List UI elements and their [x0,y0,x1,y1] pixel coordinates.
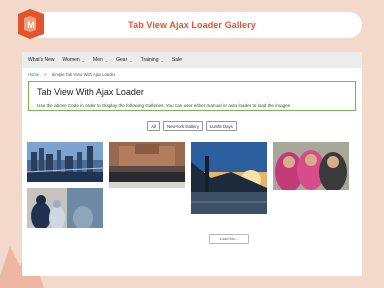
nav-item-gear[interactable]: Gear ⌄ [116,57,132,63]
chevron-down-icon: ⌄ [160,57,164,63]
breadcrumb-current: Simple Tab View With Ajax Loader [51,72,116,77]
brand-logo: M [18,9,44,39]
intro-box: Tab View With Ajax Loader Use the above … [28,81,356,111]
chevron-down-icon: ⌄ [81,57,86,63]
chevron-down-icon: ⌄ [104,57,109,63]
content-card: What's New Women ⌄ Men ⌄ Gear ⌄ Training… [22,52,362,276]
tab-all[interactable]: All [147,121,160,131]
page-title: Tab View Ajax Loader Gallery [128,20,256,30]
breadcrumb-home-link[interactable]: Home [28,72,39,77]
gallery-image-medical-staff[interactable] [27,188,103,228]
gallery-grid [27,142,357,242]
load-more-button[interactable]: Load Mo... [209,234,249,244]
top-navigation: What's New Women ⌄ Men ⌄ Gear ⌄ Training… [22,52,362,68]
nav-item-men[interactable]: Men ⌄ [93,57,108,63]
svg-text:M: M [27,20,35,30]
intro-description: Use the above Code in order to Display t… [37,103,291,108]
gallery-image-students[interactable] [273,142,349,190]
gallery-image-city-bridge[interactable] [27,142,103,182]
nav-label: Women [62,57,80,63]
nav-item-sale[interactable]: Sale [172,57,182,63]
nav-label: Training [140,57,159,63]
chevron-down-icon: ⌄ [129,57,133,63]
nav-label: What's New [28,57,55,63]
nav-label: Sale [171,57,182,63]
nav-item-whats-new[interactable]: What's New [28,57,55,63]
intro-title: Tab View With Ajax Loader [37,87,144,97]
nav-item-women[interactable]: Women ⌄ [63,57,86,63]
tab-lums-days[interactable]: LUMS Days [205,121,237,131]
gallery-image-sunset-bridge[interactable] [191,142,267,214]
tab-newyork-gallery[interactable]: NewYork Gallery [163,121,203,131]
breadcrumb-separator: > [44,72,47,77]
nav-item-training[interactable]: Training ⌄ [141,57,164,63]
nav-label: Men [93,57,103,63]
breadcrumb: Home > Simple Tab View With Ajax Loader [22,68,362,81]
gallery-image-group-photo[interactable] [109,142,185,188]
header-bar: Tab View Ajax Loader Gallery [22,12,362,38]
nav-label: Gear [116,57,128,63]
gallery-tabs: All NewYork Gallery LUMS Days [22,121,362,131]
